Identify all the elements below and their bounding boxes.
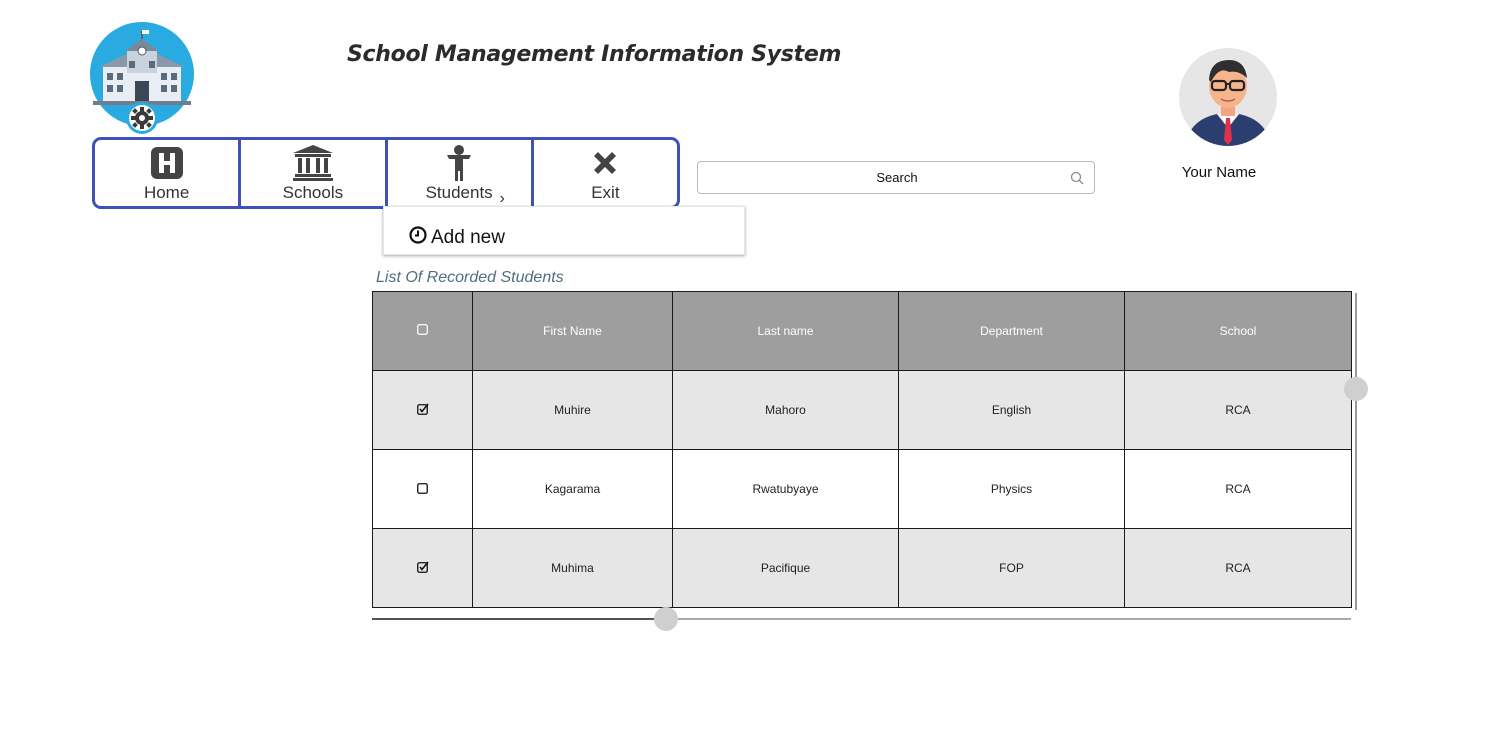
search-icon[interactable] — [1070, 171, 1084, 190]
nav-label: Students — [425, 183, 493, 202]
school-cell: RCA — [1124, 449, 1352, 529]
user-name: Your Name — [1181, 164, 1257, 181]
search-input[interactable] — [698, 162, 1058, 193]
column-header[interactable]: Department — [898, 291, 1125, 371]
vertical-scrollbar-track[interactable] — [1355, 293, 1357, 610]
last-name-cell: Mahoro — [672, 370, 899, 450]
table-row[interactable]: Kagarama Rwatubyaye Physics RCA — [372, 449, 1352, 529]
table-row[interactable]: Muhima Pacifique FOP RCA — [372, 528, 1352, 608]
add-new-label: Add new — [431, 227, 505, 248]
last-name-cell: Pacifique — [672, 528, 899, 608]
school-cell: RCA — [1124, 370, 1352, 450]
horizontal-scrollbar-track[interactable] — [665, 618, 1351, 620]
main-nav-bar: Home Schools Students › Exit — [92, 137, 680, 209]
nav-item-home[interactable]: Home — [95, 140, 242, 206]
search-box — [697, 161, 1095, 194]
page-title: School Management Information System — [347, 42, 842, 67]
school-logo — [89, 21, 195, 135]
school-cell: RCA — [1124, 528, 1352, 608]
institution-icon — [292, 145, 333, 181]
department-cell: Physics — [898, 449, 1125, 529]
nav-label: Schools — [282, 183, 344, 202]
column-header[interactable]: Last name — [672, 291, 899, 371]
clock-icon — [409, 226, 427, 250]
students-dropdown-menu: Add new — [383, 206, 745, 255]
row-checkbox-unchecked[interactable] — [416, 482, 429, 497]
last-name-cell: Rwatubyaye — [672, 449, 899, 529]
select-all-checkbox[interactable] — [417, 324, 428, 338]
row-select-cell — [372, 370, 473, 450]
table-header-row: First Name Last name Department School — [372, 291, 1352, 371]
column-header[interactable]: School — [1124, 291, 1352, 371]
table-row[interactable]: Muhire Mahoro English RCA — [372, 370, 1352, 450]
horizontal-scrollbar-progress[interactable] — [372, 618, 665, 620]
list-caption: List Of Recorded Students — [376, 269, 564, 286]
row-checkbox-checked[interactable] — [416, 561, 429, 576]
horizontal-scrollbar-thumb[interactable] — [654, 607, 678, 631]
nav-label: Home — [143, 183, 190, 202]
column-header[interactable]: First Name — [472, 291, 673, 371]
nav-item-exit[interactable]: Exit — [534, 140, 677, 206]
hospital-h-icon — [150, 145, 183, 181]
add-new-menu-item[interactable]: Add new — [409, 226, 505, 250]
first-name-cell: Muhima — [472, 528, 673, 608]
vertical-scrollbar-thumb[interactable] — [1344, 377, 1368, 401]
nav-item-students[interactable]: Students › — [388, 140, 534, 207]
students-table: First Name Last name Department School M… — [372, 291, 1352, 608]
row-select-cell — [372, 528, 473, 608]
department-cell: FOP — [898, 528, 1125, 608]
row-checkbox-checked[interactable] — [416, 403, 429, 418]
row-select-cell — [372, 449, 473, 529]
department-cell: English — [898, 370, 1125, 450]
nav-label: Exit — [591, 183, 620, 202]
nav-item-schools[interactable]: Schools — [241, 140, 388, 206]
select-all-header — [372, 291, 473, 371]
close-x-icon — [591, 145, 619, 181]
first-name-cell: Kagarama — [472, 449, 673, 529]
first-name-cell: Muhire — [472, 370, 673, 450]
child-icon — [445, 145, 473, 181]
avatar[interactable] — [1179, 48, 1277, 146]
